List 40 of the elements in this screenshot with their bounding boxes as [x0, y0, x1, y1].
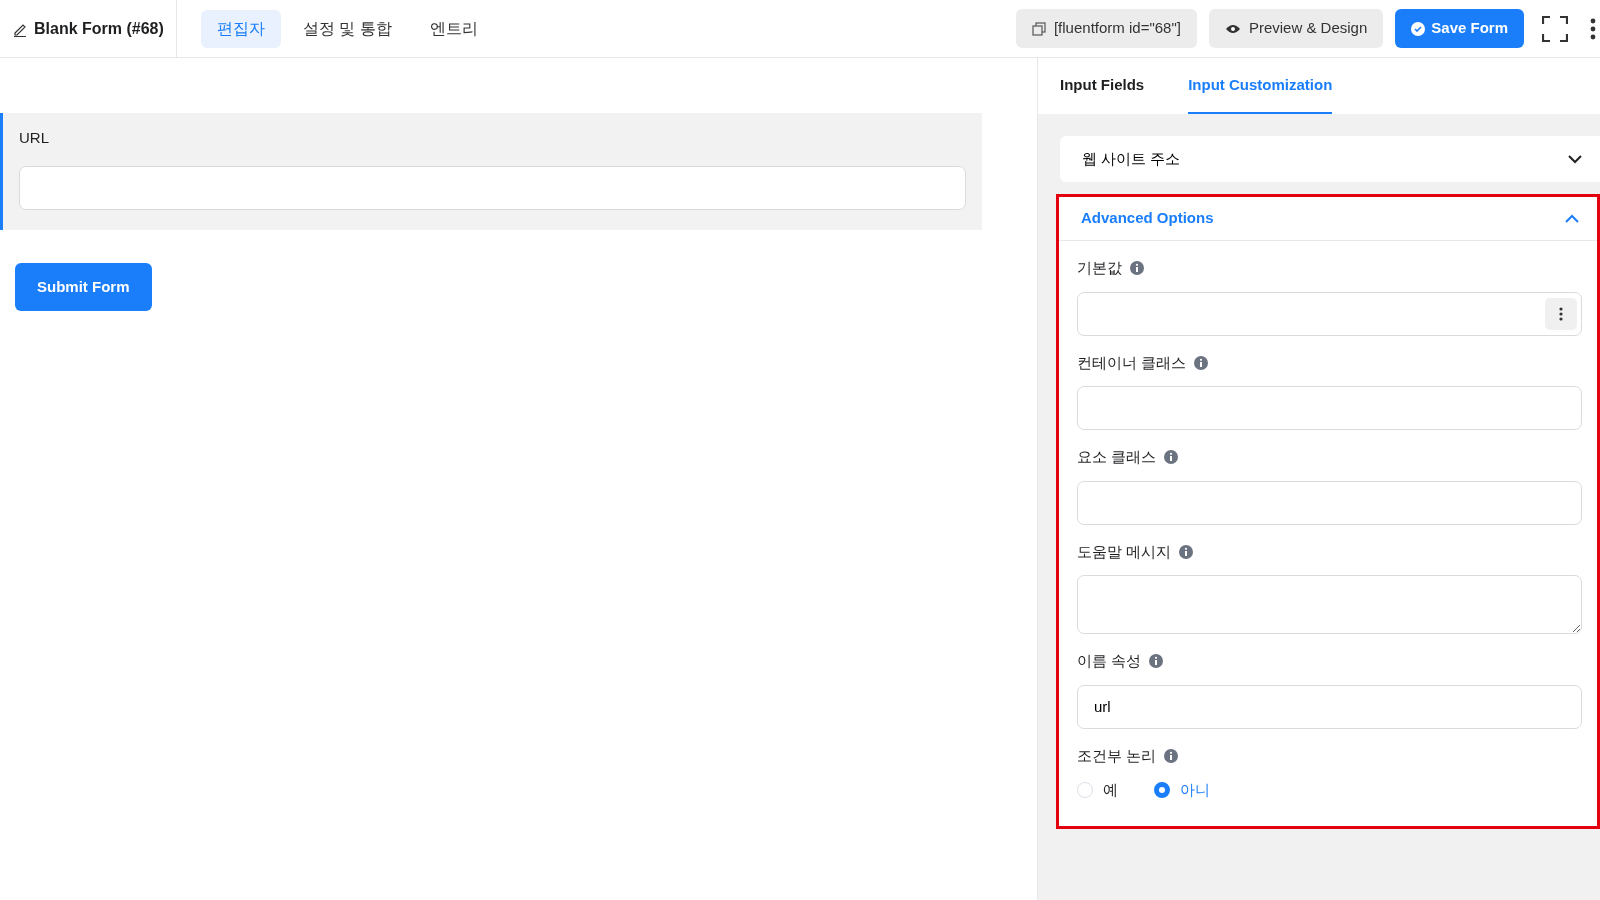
info-icon: [1164, 450, 1179, 465]
info-icon: [1194, 355, 1209, 370]
more-button[interactable]: [1545, 297, 1577, 330]
nav-tab[interactable]: 엔트리: [413, 9, 494, 48]
radio-label[interactable]: 예: [1103, 779, 1118, 802]
more-icon[interactable]: [1590, 17, 1596, 40]
section-header[interactable]: Advanced Options: [1059, 197, 1597, 241]
input-field[interactable]: url: [1077, 684, 1582, 729]
form-title: Blank Form (#68): [34, 18, 164, 39]
input-field[interactable]: [1077, 480, 1582, 525]
radio-label[interactable]: 아니: [1180, 779, 1210, 802]
info-icon: [1149, 654, 1164, 669]
url-input[interactable]: [19, 165, 966, 210]
radio-button[interactable]: [1154, 782, 1170, 799]
section-header[interactable]: 웹 사이트 주소: [1060, 136, 1600, 182]
check-circle-icon: [1411, 21, 1426, 36]
field-label: 조건부 논리: [1077, 745, 1157, 766]
text-field[interactable]: [1077, 291, 1582, 336]
preview-button[interactable]: Preview & Design: [1208, 9, 1384, 48]
eye-icon: [1224, 22, 1241, 35]
save-button[interactable]: Save Form: [1395, 9, 1524, 48]
field-label: 이름 속성: [1077, 651, 1142, 671]
field-label: URL: [19, 128, 50, 148]
field-label: 기본값: [1077, 258, 1122, 278]
nav-tab[interactable]: 설정 및 통합: [286, 9, 408, 48]
panel-tab[interactable]: Input Fields: [1060, 58, 1145, 114]
field-label: 도움말 메시지: [1077, 541, 1172, 562]
input-field[interactable]: [1077, 386, 1582, 430]
textarea-field[interactable]: [1077, 575, 1582, 634]
info-icon: [1130, 261, 1144, 276]
field-label: 컨테이너 클래스: [1077, 352, 1187, 373]
panel-tab[interactable]: Input Customization: [1188, 58, 1333, 114]
info-icon: [1179, 544, 1194, 559]
submit-button[interactable]: Submit Form: [15, 262, 152, 311]
field-label: 요소 클래스: [1077, 447, 1157, 467]
shortcode-button[interactable]: [fluentform id="68"]: [1015, 9, 1197, 48]
copy-icon: [1031, 21, 1046, 36]
more-icon: [1559, 306, 1563, 321]
fullscreen-icon[interactable]: [1542, 15, 1568, 42]
info-icon: [1164, 748, 1179, 763]
